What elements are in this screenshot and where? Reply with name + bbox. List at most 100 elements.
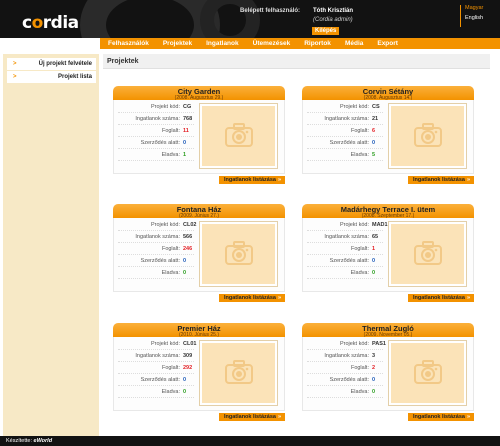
user-name: Tóth Krisztián (313, 8, 353, 14)
project-image[interactable] (388, 340, 467, 406)
row-divider (118, 242, 194, 243)
field-value: 246 (183, 246, 193, 252)
row-divider (307, 278, 383, 279)
list-properties-label: Ingatlanok listázása (412, 177, 465, 183)
project-body: Projekt kód: CL02 Ingatlanok száma: 566 … (113, 218, 285, 292)
menu-users[interactable]: Felhasználók (108, 40, 149, 47)
double-chevron-right-icon: » (277, 414, 281, 420)
field-label: Foglalt: (161, 246, 180, 252)
project-field-count: Ingatlanok száma: 309 (114, 353, 194, 362)
cordia-logo[interactable]: cordia (22, 13, 79, 33)
list-properties-button[interactable]: Ingatlanok listázása» (218, 294, 285, 302)
menu-schedules[interactable]: Ütemezések (253, 40, 291, 47)
list-properties-button[interactable]: Ingatlanok listázása» (407, 176, 474, 184)
field-value: CL01 (183, 341, 197, 347)
camera-placeholder-icon (413, 359, 443, 387)
menu-reports[interactable]: Riportok (304, 40, 331, 47)
field-value: 0 (372, 389, 376, 395)
list-properties-button[interactable]: Ingatlanok listázása» (407, 413, 474, 421)
list-properties-button[interactable]: Ingatlanok listázása» (218, 176, 285, 184)
project-field-contract: Szerződés alatt: 0 (114, 140, 194, 149)
project-field-sold: Eladva: 0 (114, 270, 194, 279)
project-header[interactable]: Madárhegy Terrace I. ütem (2008. Szeptem… (302, 204, 474, 219)
row-divider (307, 160, 383, 161)
project-header[interactable]: Thermal Zugló (2009. November 05.) (302, 323, 474, 338)
main-menu: Felhasználók Projektek Ingatlanok Ütemez… (100, 38, 500, 49)
row-divider (118, 254, 194, 255)
project-field-contract: Szerződés alatt: 0 (303, 140, 383, 149)
project-card: City Garden (2008. Augusztus 29.) Projek… (113, 86, 285, 184)
field-label: Foglalt: (350, 128, 369, 134)
field-value: 0 (372, 140, 376, 146)
field-value: 6 (372, 128, 376, 134)
field-value: 566 (183, 234, 193, 240)
row-divider (307, 148, 383, 149)
field-value: CS (372, 104, 380, 110)
menu-projects[interactable]: Projektek (163, 40, 192, 47)
header-decoration (80, 0, 220, 38)
language-english[interactable]: English (465, 15, 483, 21)
main-content: Projektek City Garden (2008. Augusztus 2… (103, 54, 490, 436)
field-value: 3 (372, 353, 376, 359)
list-properties-button[interactable]: Ingatlanok listázása» (407, 294, 474, 302)
project-image[interactable] (199, 221, 278, 287)
menu-export[interactable]: Export (377, 40, 398, 47)
project-field-reserved: Foglalt: 2 (303, 365, 383, 374)
project-header[interactable]: City Garden (2008. Augusztus 29.) (113, 86, 285, 101)
field-label: Eladva: (161, 270, 180, 276)
project-header[interactable]: Fontana Ház (2009. Június 27.) (113, 204, 285, 219)
project-image[interactable] (388, 221, 467, 287)
project-card: Corvin Sétány (2008. Augusztus 14.) Proj… (302, 86, 474, 184)
menu-media[interactable]: Média (345, 40, 363, 47)
field-value: 21 (372, 116, 379, 122)
field-value: 1 (372, 246, 376, 252)
project-image[interactable] (199, 103, 278, 169)
row-divider (118, 136, 194, 137)
field-value: 0 (183, 140, 187, 146)
menubar-spacer (0, 38, 100, 49)
field-label: Foglalt: (350, 365, 369, 371)
list-properties-button[interactable]: Ingatlanok listázása» (218, 413, 285, 421)
row-divider (118, 385, 194, 386)
row-divider (307, 230, 383, 231)
field-label: Eladva: (350, 270, 369, 276)
row-divider (307, 242, 383, 243)
project-body: Projekt kód: CG Ingatlanok száma: 768 Fo… (113, 100, 285, 174)
project-field-code: Projekt kód: CL02 (114, 222, 196, 231)
menu-properties[interactable]: Ingatlanok (206, 40, 239, 47)
project-image[interactable] (388, 103, 467, 169)
row-divider (118, 349, 194, 350)
field-value: 65 (372, 234, 379, 240)
field-label: Szerződés alatt: (329, 140, 369, 146)
field-label: Ingatlanok száma: (135, 234, 180, 240)
field-label: Foglalt: (161, 128, 180, 134)
field-value: 0 (183, 377, 187, 383)
project-image[interactable] (199, 340, 278, 406)
field-value: 0 (183, 389, 187, 395)
footer: Készítette: eWorld (0, 436, 500, 446)
project-field-reserved: Foglalt: 246 (114, 246, 194, 255)
field-label: Projekt kód: (150, 222, 180, 228)
project-header[interactable]: Premier Ház (2010. Június 25.) (113, 323, 285, 338)
row-divider (307, 266, 383, 267)
project-field-count: Ingatlanok száma: 21 (303, 116, 383, 125)
project-body: Projekt kód: CS Ingatlanok száma: 21 Fog… (302, 100, 474, 174)
footer-credit: Készítette: eWorld (6, 438, 52, 444)
project-field-reserved: Foglalt: 6 (303, 128, 383, 137)
language-hungarian[interactable]: Magyar (465, 5, 483, 11)
field-value: 0 (372, 270, 376, 276)
camera-placeholder-icon (224, 359, 254, 387)
project-field-code: Projekt kód: CG (114, 104, 194, 113)
list-properties-label: Ingatlanok listázása (223, 177, 276, 183)
project-header[interactable]: Corvin Sétány (2008. Augusztus 14.) (302, 86, 474, 101)
sidebar-item-project-list[interactable]: > Projekt lista (7, 71, 96, 83)
footer-credit-label: Készítette: (6, 438, 32, 444)
field-label: Projekt kód: (150, 104, 180, 110)
logout-button[interactable]: Kilépés (312, 27, 340, 35)
footer-credit-name[interactable]: eWorld (34, 438, 53, 444)
field-label: Szerződés alatt: (329, 377, 369, 383)
sidebar-item-new-project[interactable]: > Új projekt felvétele (7, 58, 96, 70)
arrow-right-icon: > (13, 74, 17, 80)
project-field-sold: Eladva: 1 (114, 152, 194, 161)
row-divider (307, 361, 383, 362)
